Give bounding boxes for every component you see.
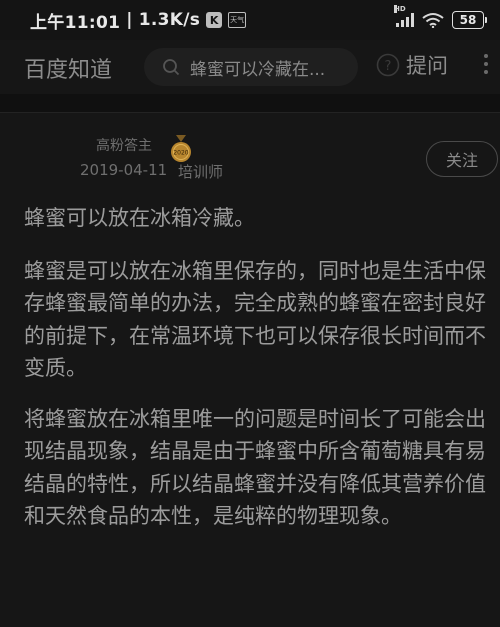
search-icon [163, 59, 180, 76]
status-left: 上午11:01 | 1.3K/s K 天气 [30, 8, 247, 33]
ask-button[interactable]: ? 提问 [376, 50, 448, 80]
answer-paragraph: 蜂蜜是可以放在冰箱里保存的，同时也是生活中保存蜂蜜最简单的办法，完全成熟的蜂蜜在… [24, 258, 486, 381]
network-speed: 1.3K/s [138, 10, 201, 30]
question-icon: ? [376, 53, 400, 77]
medal-year: 2020 [173, 150, 188, 157]
medal-icon: 2020 [171, 135, 191, 162]
svg-text:?: ? [385, 59, 392, 74]
nav-bar: 百度知道 蜂蜜可以冷藏在... ? 提问 [0, 40, 500, 94]
author-info: 高粉答主 2020 2019-04-11 培训师 关注 [0, 113, 500, 195]
battery-icon: 58 [452, 11, 487, 29]
status-time: 上午11:01 [30, 12, 121, 33]
wifi-icon [422, 13, 444, 28]
app-k-icon: K [206, 12, 223, 28]
ask-label: 提问 [406, 54, 448, 78]
follow-button[interactable]: 关注 [426, 141, 498, 177]
search-bar[interactable]: 蜂蜜可以冷藏在... [144, 48, 358, 86]
answer-date: 2019-04-11 [80, 161, 168, 179]
more-icon[interactable] [484, 54, 488, 74]
signal-icon: HD [394, 5, 414, 27]
author-title: 培训师 [178, 163, 224, 181]
status-bar: 上午11:01 | 1.3K/s K 天气 HD 58 [0, 0, 500, 40]
answer-content: 蜂蜜可以放在冰箱冷藏。 蜂蜜是可以放在冰箱里保存的，同时也是生活中保存蜂蜜最简单… [24, 202, 486, 551]
answer-paragraph: 蜂蜜可以放在冰箱冷藏。 [24, 206, 255, 230]
hd-label: HD [394, 5, 406, 13]
status-separator: | [126, 10, 133, 30]
site-logo[interactable]: 百度知道 [24, 52, 112, 84]
search-query: 蜂蜜可以冷藏在... [190, 59, 326, 80]
status-right: HD 58 [394, 5, 487, 29]
author-role: 高粉答主 [96, 138, 152, 154]
answer-paragraph: 将蜂蜜放在冰箱里唯一的问题是时间长了可能会出现结晶现象，结晶是由于蜂蜜中所含葡萄… [24, 406, 486, 529]
divider-band [0, 94, 500, 112]
weather-app-icon: 天气 [228, 12, 247, 28]
